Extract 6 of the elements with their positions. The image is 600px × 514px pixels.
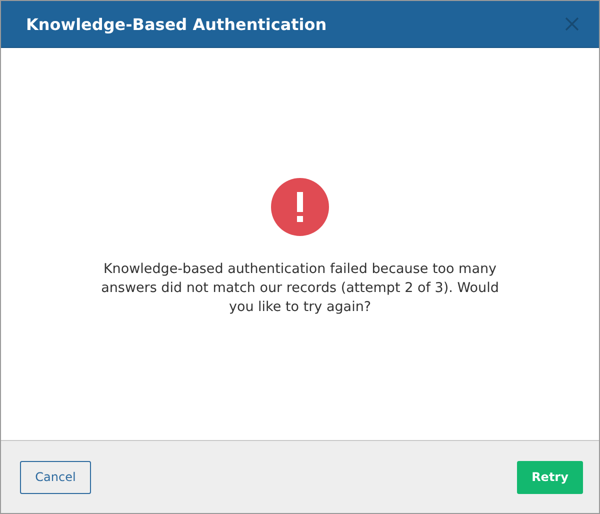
cancel-button[interactable]: Cancel [20,460,91,494]
error-message: Knowledge-based authentication failed because too many answers did not match our records (attempt 2 of 3). Would you like to try again? [100,260,500,317]
window-title: Knowledge-Based Authentication [26,14,327,34]
close-icon[interactable] [565,17,579,31]
error-icon [271,178,329,236]
retry-button[interactable]: Retry [517,460,583,494]
